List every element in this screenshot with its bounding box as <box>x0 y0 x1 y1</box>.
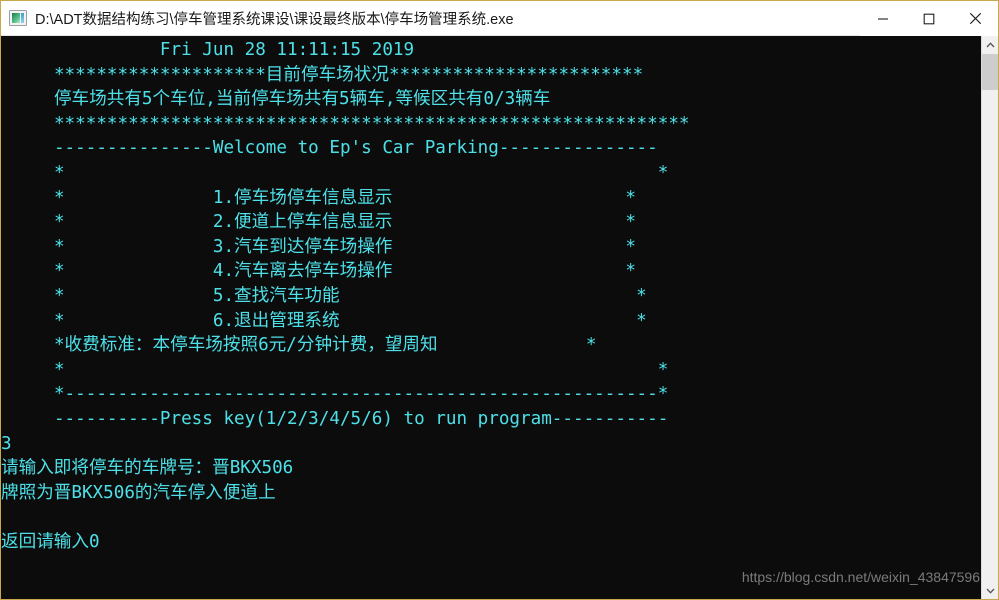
scroll-up-button[interactable] <box>982 36 998 53</box>
minimize-icon <box>878 17 888 20</box>
console-text: Fri Jun 28 11:11:15 2019 ***************… <box>1 40 690 552</box>
scroll-down-button[interactable] <box>982 582 998 599</box>
close-icon <box>969 12 981 25</box>
scrollbar-thumb[interactable] <box>982 54 998 90</box>
console-output-area[interactable]: Fri Jun 28 11:11:15 2019 ***************… <box>1 36 998 599</box>
chevron-down-icon <box>986 588 994 594</box>
console-app-icon-glyph <box>12 13 20 23</box>
window-controls <box>860 1 998 36</box>
application-window: D:\ADT数据结构练习\停车管理系统课设\课设最终版本\停车场管理系统.exe <box>0 0 999 600</box>
console-app-icon-accent <box>21 13 24 23</box>
vertical-scrollbar[interactable] <box>981 36 998 599</box>
maximize-icon <box>923 13 935 24</box>
maximize-button[interactable] <box>906 1 952 36</box>
window-title: D:\ADT数据结构练习\停车管理系统课设\课设最终版本\停车场管理系统.exe <box>35 11 514 28</box>
console-app-icon <box>9 10 27 26</box>
close-button[interactable] <box>952 1 998 36</box>
watermark-text: https://blog.csdn.net/weixin_43847596 <box>741 569 980 585</box>
title-bar[interactable]: D:\ADT数据结构练习\停车管理系统课设\课设最终版本\停车场管理系统.exe <box>1 1 998 36</box>
minimize-button[interactable] <box>860 1 906 36</box>
chevron-up-icon <box>986 41 994 47</box>
